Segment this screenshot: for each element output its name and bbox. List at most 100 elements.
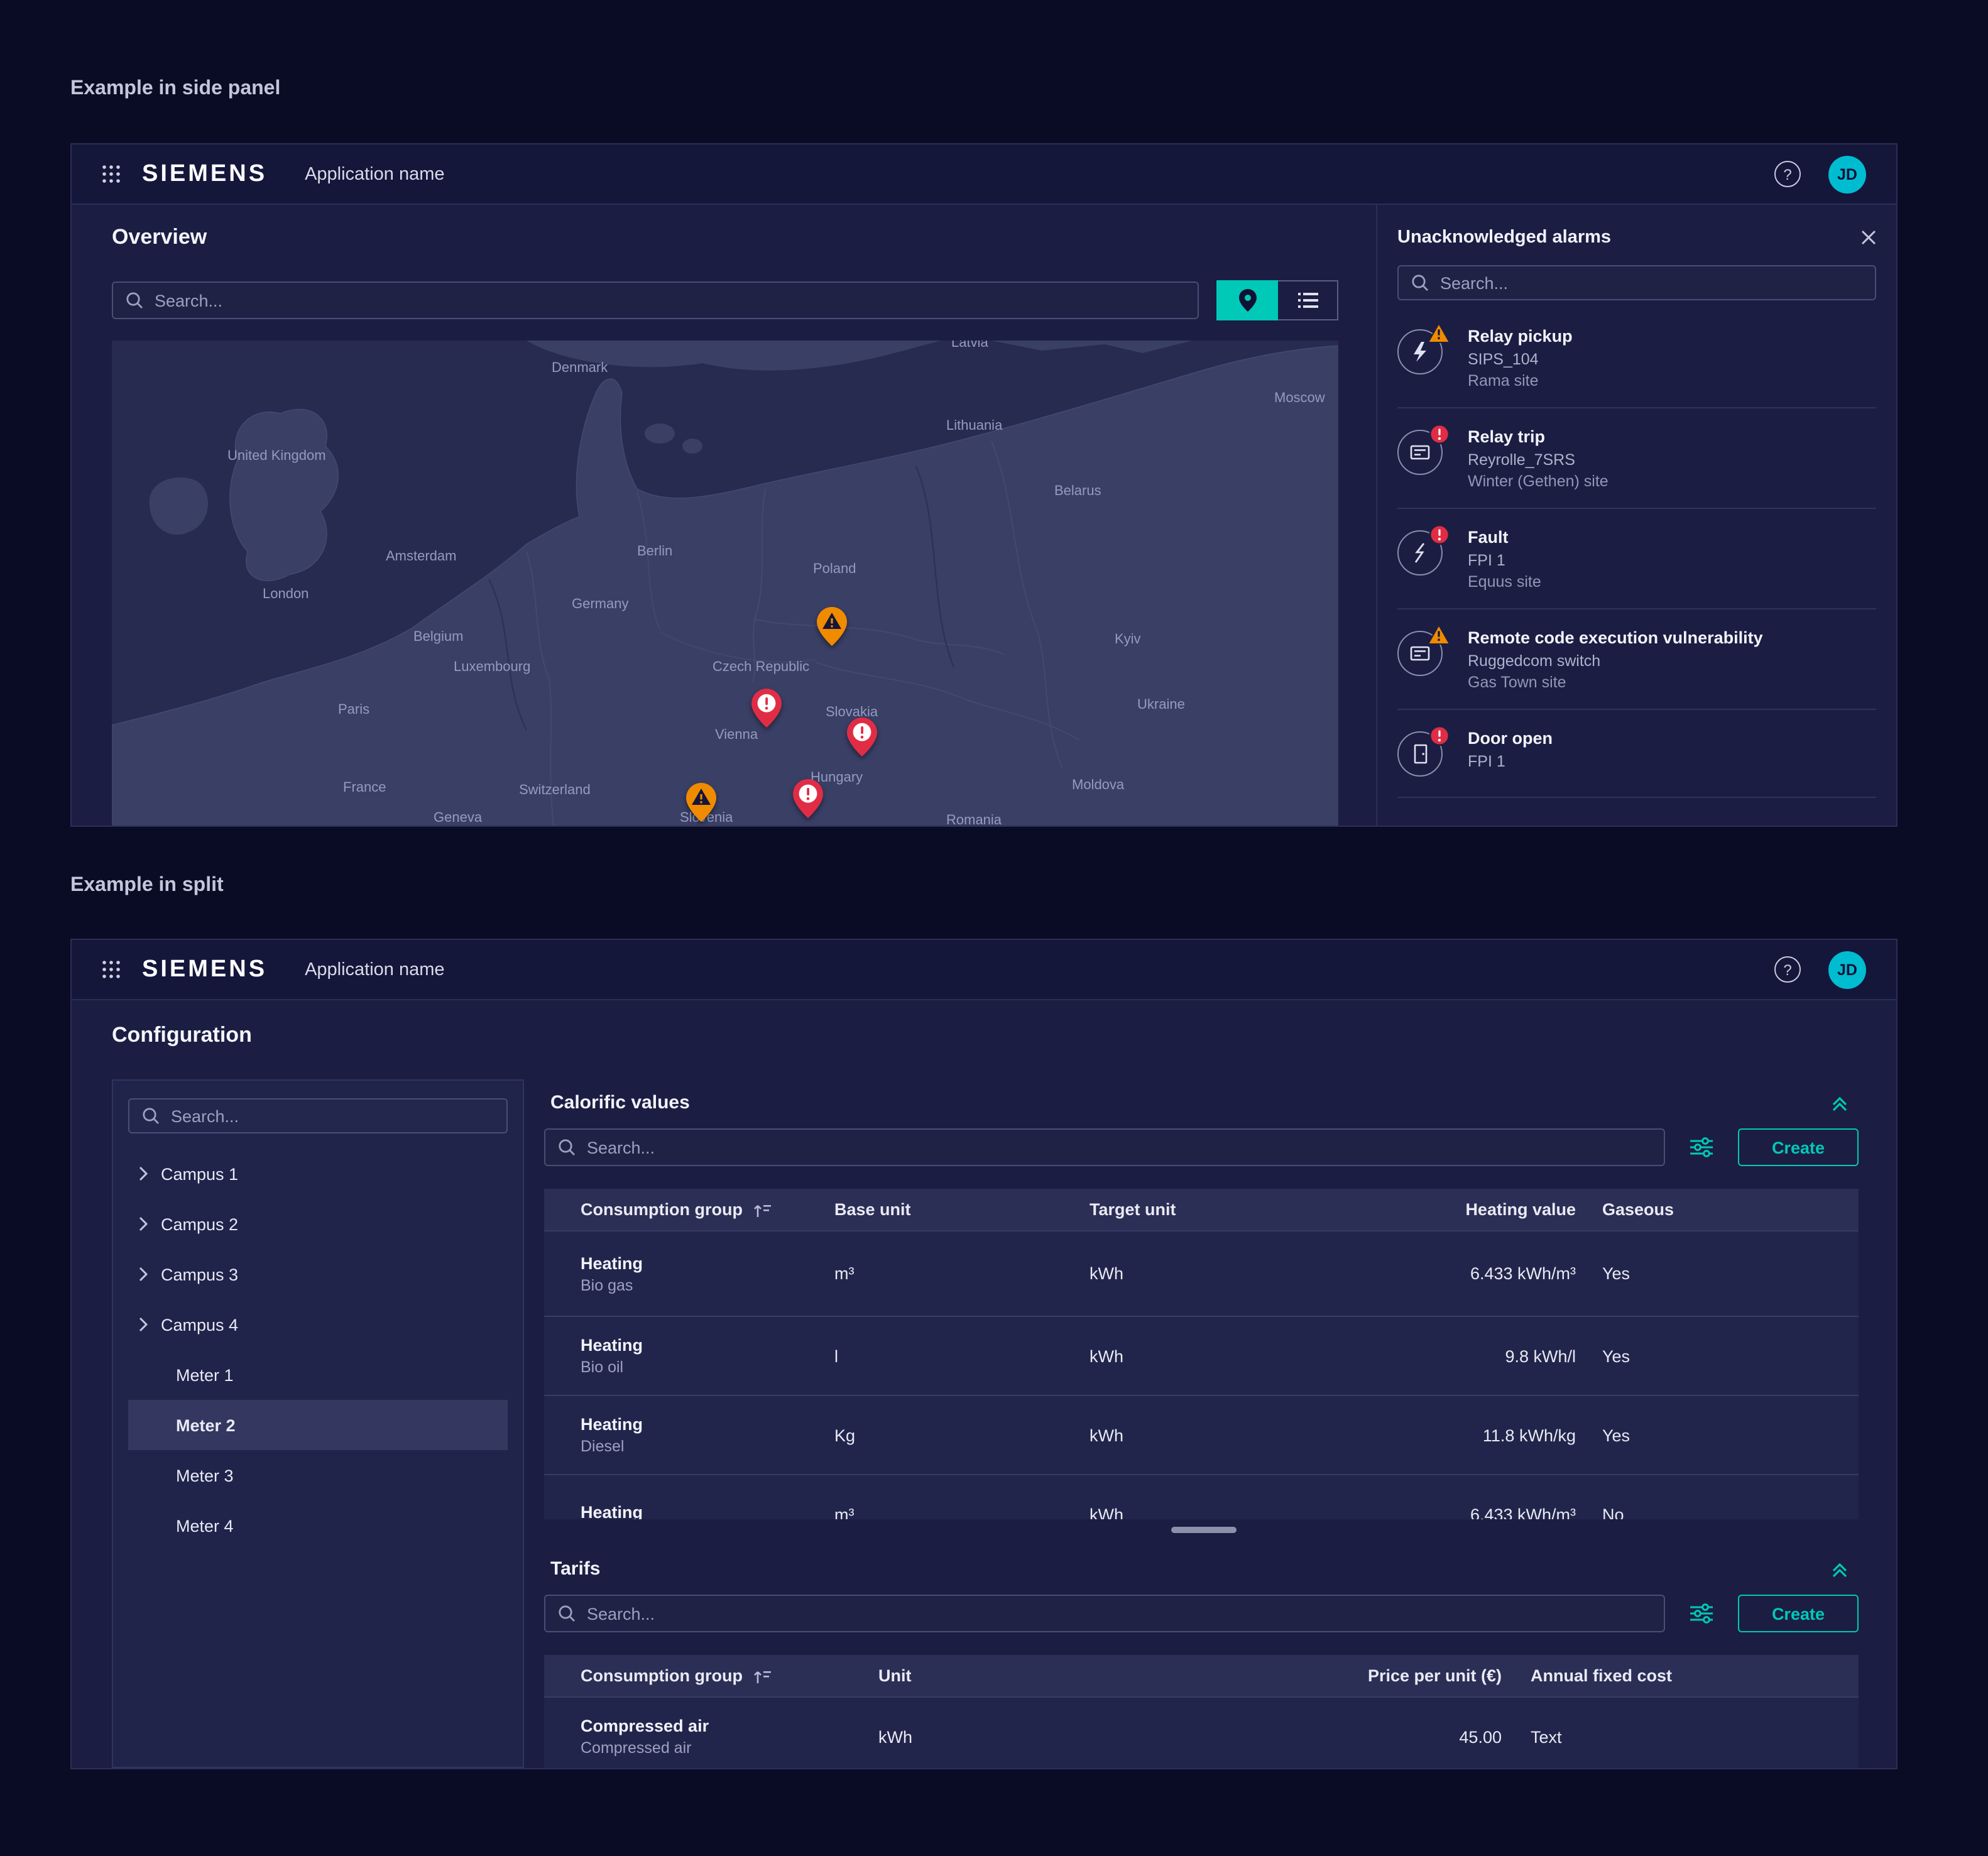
- cell-heating-value: 6.433 kWh/m³: [1345, 1505, 1576, 1519]
- cell-group: Heating: [581, 1503, 834, 1519]
- calorific-search-input[interactable]: [587, 1138, 1651, 1157]
- map-base: [112, 341, 1338, 826]
- tree-item-meter-3[interactable]: Meter 3: [128, 1450, 508, 1500]
- filter-icon[interactable]: [1690, 1137, 1713, 1157]
- table-row[interactable]: Compressed airCompressed air kWh 45.00 T…: [544, 1696, 1859, 1769]
- tree-item-campus-1[interactable]: Campus 1: [128, 1149, 508, 1199]
- cell-group: Heating: [581, 1415, 834, 1434]
- warning-badge: [1428, 625, 1450, 645]
- map-pin-icon: [1238, 289, 1256, 312]
- cell-base-unit: m³: [834, 1264, 1090, 1283]
- collapse-icon[interactable]: [1831, 1094, 1849, 1111]
- column-header-unit: Unit: [878, 1666, 1180, 1685]
- cell-gaseous: Yes: [1576, 1426, 1859, 1444]
- map-label: Denmark: [552, 361, 608, 376]
- close-icon[interactable]: [1861, 230, 1876, 245]
- map-label: Moldova: [1072, 778, 1124, 793]
- search-icon: [1411, 274, 1429, 292]
- map-pin-critical[interactable]: [792, 778, 824, 826]
- map-pin-warning[interactable]: [685, 782, 718, 826]
- overview-search[interactable]: [112, 281, 1199, 319]
- app-launcher-icon[interactable]: [102, 959, 122, 980]
- table-row[interactable]: Heating m³ kWh 6.433 kWh/m³ No: [544, 1474, 1859, 1519]
- tree-search-input[interactable]: [171, 1106, 494, 1125]
- map-pin-critical[interactable]: [750, 687, 783, 735]
- list-icon: [1297, 292, 1318, 309]
- alarm-search[interactable]: [1397, 265, 1876, 300]
- map-label: Czech Republic: [713, 660, 809, 675]
- map-pin-critical[interactable]: [846, 716, 878, 764]
- section-title: Calorific values: [550, 1092, 690, 1113]
- filter-icon[interactable]: [1690, 1603, 1713, 1624]
- table-row[interactable]: HeatingBio gas m³ kWh 6.433 kWh/m³ Yes: [544, 1230, 1859, 1316]
- europe-map[interactable]: Latvia Denmark Moscow Lithuania United K…: [112, 341, 1338, 826]
- cell-subgroup: Bio oil: [581, 1358, 834, 1376]
- avatar[interactable]: JD: [1828, 951, 1866, 988]
- tree-item-label: Campus 3: [161, 1265, 238, 1284]
- alarm-item[interactable]: Fault FPI 1 Equus site: [1397, 509, 1876, 609]
- column-header-consumption-group[interactable]: Consumption group: [544, 1666, 878, 1685]
- tree-item-meter-2[interactable]: Meter 2: [128, 1400, 508, 1450]
- critical-badge: [1429, 524, 1450, 545]
- column-header-consumption-group[interactable]: Consumption group: [544, 1200, 834, 1219]
- map-label: France: [343, 780, 386, 795]
- tarifs-search[interactable]: [544, 1595, 1665, 1632]
- map-view-button[interactable]: [1216, 280, 1278, 320]
- tree-item-campus-2[interactable]: Campus 2: [128, 1199, 508, 1249]
- alarm-title: Relay trip: [1468, 427, 1608, 446]
- alarm-panel-title: Unacknowledged alarms: [1397, 227, 1611, 248]
- map-label: Ukraine: [1137, 697, 1185, 712]
- application-name: Application name: [305, 164, 445, 184]
- alarm-item[interactable]: Remote code execution vulnerability Rugg…: [1397, 609, 1876, 710]
- alarm-site: Gas Town site: [1468, 674, 1763, 691]
- application-name: Application name: [305, 959, 445, 980]
- alarm-item[interactable]: Relay trip Reyrolle_7SRS Winter (Gethen)…: [1397, 408, 1876, 509]
- map-label: Latvia: [951, 341, 988, 351]
- tree-item-campus-4[interactable]: Campus 4: [128, 1299, 508, 1350]
- alarm-item[interactable]: Door open FPI 1: [1397, 710, 1876, 798]
- alarm-search-input[interactable]: [1440, 273, 1862, 292]
- tree-item-meter-4[interactable]: Meter 4: [128, 1500, 508, 1551]
- map-label: Geneva: [434, 811, 482, 826]
- overview-search-input[interactable]: [155, 291, 1185, 310]
- map-pin-warning[interactable]: [816, 606, 848, 653]
- tarifs-search-input[interactable]: [587, 1604, 1651, 1623]
- map-label: Belarus: [1054, 484, 1101, 499]
- sort-icon: [753, 1668, 772, 1683]
- create-button[interactable]: Create: [1738, 1128, 1859, 1166]
- overview-main: Overview: [72, 205, 1376, 826]
- alarm-item[interactable]: Relay pickup SIPS_104 Rama site: [1397, 308, 1876, 408]
- siemens-logo: SIEMENS: [142, 956, 267, 983]
- config-tree-panel: Campus 1 Campus 2 Campus 3 Campus 4: [112, 1079, 524, 1768]
- column-header-heating-value: Heating value: [1345, 1200, 1576, 1219]
- avatar[interactable]: JD: [1828, 155, 1866, 193]
- tree-item-campus-3[interactable]: Campus 3: [128, 1249, 508, 1299]
- help-icon[interactable]: ?: [1774, 956, 1801, 983]
- cell-heating-value: 11.8 kWh/kg: [1345, 1426, 1576, 1444]
- help-icon[interactable]: ?: [1774, 161, 1801, 187]
- calorific-search[interactable]: [544, 1128, 1665, 1166]
- map-label: Paris: [338, 702, 369, 718]
- horizontal-scrollbar-thumb[interactable]: [1171, 1527, 1237, 1533]
- table-row[interactable]: HeatingDiesel Kg kWh 11.8 kWh/kg Yes: [544, 1395, 1859, 1474]
- map-label: Lithuania: [946, 418, 1002, 434]
- cell-price: 45.00: [1180, 1727, 1502, 1746]
- collapse-icon[interactable]: [1831, 1560, 1849, 1578]
- tree-item-label: Meter 4: [176, 1516, 234, 1535]
- page: Example in side panel SIEMENS Applicatio…: [0, 0, 1988, 1856]
- calorific-section: Calorific values: [544, 1079, 1859, 1519]
- list-view-button[interactable]: [1277, 280, 1338, 320]
- tree-item-label: Meter 2: [176, 1416, 236, 1434]
- tree-item-label: Campus 1: [161, 1164, 238, 1183]
- column-header-annual-fixed-cost: Annual fixed cost: [1502, 1666, 1859, 1685]
- tree-item-meter-1[interactable]: Meter 1: [128, 1350, 508, 1400]
- tree-search[interactable]: [128, 1098, 508, 1133]
- alarm-site: Rama site: [1468, 372, 1573, 390]
- table-row[interactable]: HeatingBio oil l kWh 9.8 kWh/l Yes: [544, 1316, 1859, 1395]
- warning-badge: [1428, 323, 1450, 343]
- app-launcher-icon[interactable]: [102, 164, 122, 184]
- chevron-right-icon: [138, 1267, 148, 1282]
- create-button[interactable]: Create: [1738, 1595, 1859, 1632]
- column-header-target-unit: Target unit: [1090, 1200, 1345, 1219]
- tarifs-table: Consumption group Unit Price per unit (€…: [544, 1655, 1859, 1769]
